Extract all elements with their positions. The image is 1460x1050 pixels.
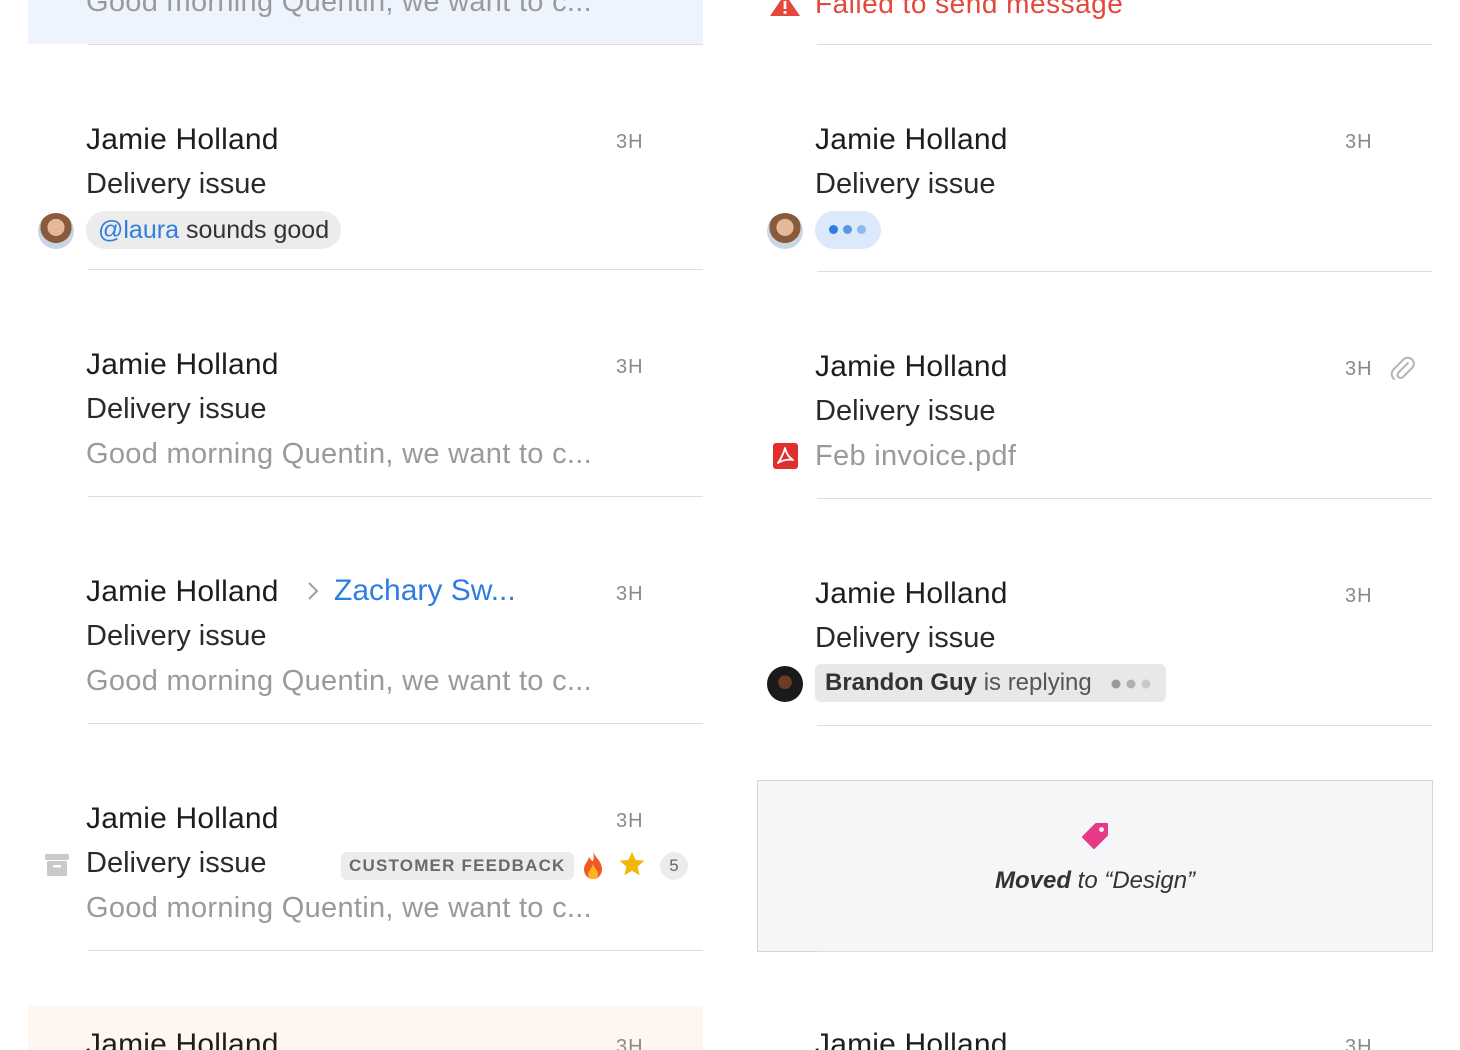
subject: Delivery issue [86,393,267,425]
row-divider [88,950,703,951]
sender-name: Jamie Holland [86,123,279,156]
sender-name: Jamie Holland [815,350,1008,383]
avatar [767,213,803,249]
subject: Delivery issue [815,395,996,427]
subject: Delivery issue [86,847,267,879]
sender-name: Jamie Holland [815,577,1008,610]
star-icon[interactable] [618,850,646,883]
mention-label[interactable]: @laura [98,216,179,244]
comment-text: sounds good [185,216,330,244]
moved-notice-text: Moved to “Design” [758,867,1432,895]
timestamp: 3H [616,131,644,153]
moved-destination: to “Design” [1077,867,1196,894]
moved-verb: Moved [994,867,1071,894]
conversation-row[interactable]: Jamie Holland 3H Delivery issue CUSTOMER… [28,724,703,950]
conversation-row[interactable]: Jamie Holland 3H Delivery issue @laura s… [28,45,703,269]
paperclip-icon [1389,354,1415,387]
timestamp: 3H [1345,585,1373,607]
conversation-row[interactable]: Jamie Holland 3H Delivery issue [757,45,1432,271]
message-count-badge: 5 [660,852,688,880]
row-divider [817,725,1432,726]
moved-notice: Moved to “Design” [757,780,1433,952]
conversation-row[interactable]: Jamie Holland 3H Delivery issue Feb invo… [757,272,1432,498]
timestamp: 3H [1345,1036,1373,1050]
conversation-row-selected[interactable]: Good morning Quentin, we want to c... [28,0,703,44]
subject: Delivery issue [86,620,267,652]
typing-dot [843,225,852,234]
sender-name: Jamie Holland [815,1028,1008,1050]
timestamp: 3H [1345,131,1373,153]
archive-icon [44,852,70,883]
attachment-name[interactable]: Feb invoice.pdf [815,440,1016,473]
message-preview: Good morning Quentin, we want to c... [86,0,592,18]
pdf-file-icon [773,443,798,474]
forwarded-to-name[interactable]: Zachary Sw... [334,574,516,608]
row-divider [817,951,1432,952]
sender-name: Jamie Holland [86,802,279,835]
timestamp: 3H [616,1036,644,1050]
label-tag-icon [1080,821,1110,856]
tag-badge[interactable]: CUSTOMER FEEDBACK [341,852,574,880]
fire-icon [580,850,606,885]
sender-name: Jamie Holland [815,123,1008,156]
typing-dots-icon [1111,679,1151,689]
subject: Delivery issue [815,168,996,200]
avatar [38,213,74,249]
comment-bubble[interactable]: @laura sounds good [86,211,342,249]
avatar [767,666,803,702]
replying-label: is replying [983,669,1092,696]
conversation-row[interactable]: Jamie Holland 3H Delivery issue Brandon … [757,499,1432,725]
message-preview: Good morning Quentin, we want to c... [86,438,592,470]
typing-dot [829,225,838,234]
sender-name: Jamie Holland [86,1028,279,1050]
timestamp: 3H [616,583,644,605]
sender-name: Jamie Holland [86,575,279,608]
conversation-row-highlighted[interactable]: Jamie Holland 3H [28,1006,703,1050]
timestamp: 3H [616,356,644,378]
timestamp: 3H [1345,358,1373,380]
replier-name: Brandon Guy [825,669,978,696]
message-preview: Good morning Quentin, we want to c... [86,892,592,924]
typing-dot [857,225,866,234]
subject: Delivery issue [815,622,996,654]
conversation-row[interactable]: Jamie Holland Zachary Sw... 3H Delivery … [28,497,703,723]
conversation-row[interactable]: Jamie Holland 3H Delivery issue Good mor… [28,270,703,496]
typing-indicator [815,211,881,249]
timestamp: 3H [616,810,644,832]
conversation-row-failed[interactable]: Failed to send message [757,0,1432,44]
sender-name: Jamie Holland [86,348,279,381]
warning-icon [770,0,800,21]
conversation-list-right: Failed to send message Jamie Holland 3H … [757,0,1433,1050]
chevron-right-icon [306,579,320,610]
replying-indicator: Brandon Guy is replying [815,664,1167,702]
subject: Delivery issue [86,168,267,200]
conversation-list-left: Good morning Quentin, we want to c... Ja… [28,0,703,1050]
conversation-row[interactable]: Jamie Holland 3H [757,1006,1432,1050]
failed-send-message: Failed to send message [815,0,1124,19]
message-preview: Good morning Quentin, we want to c... [86,665,592,697]
